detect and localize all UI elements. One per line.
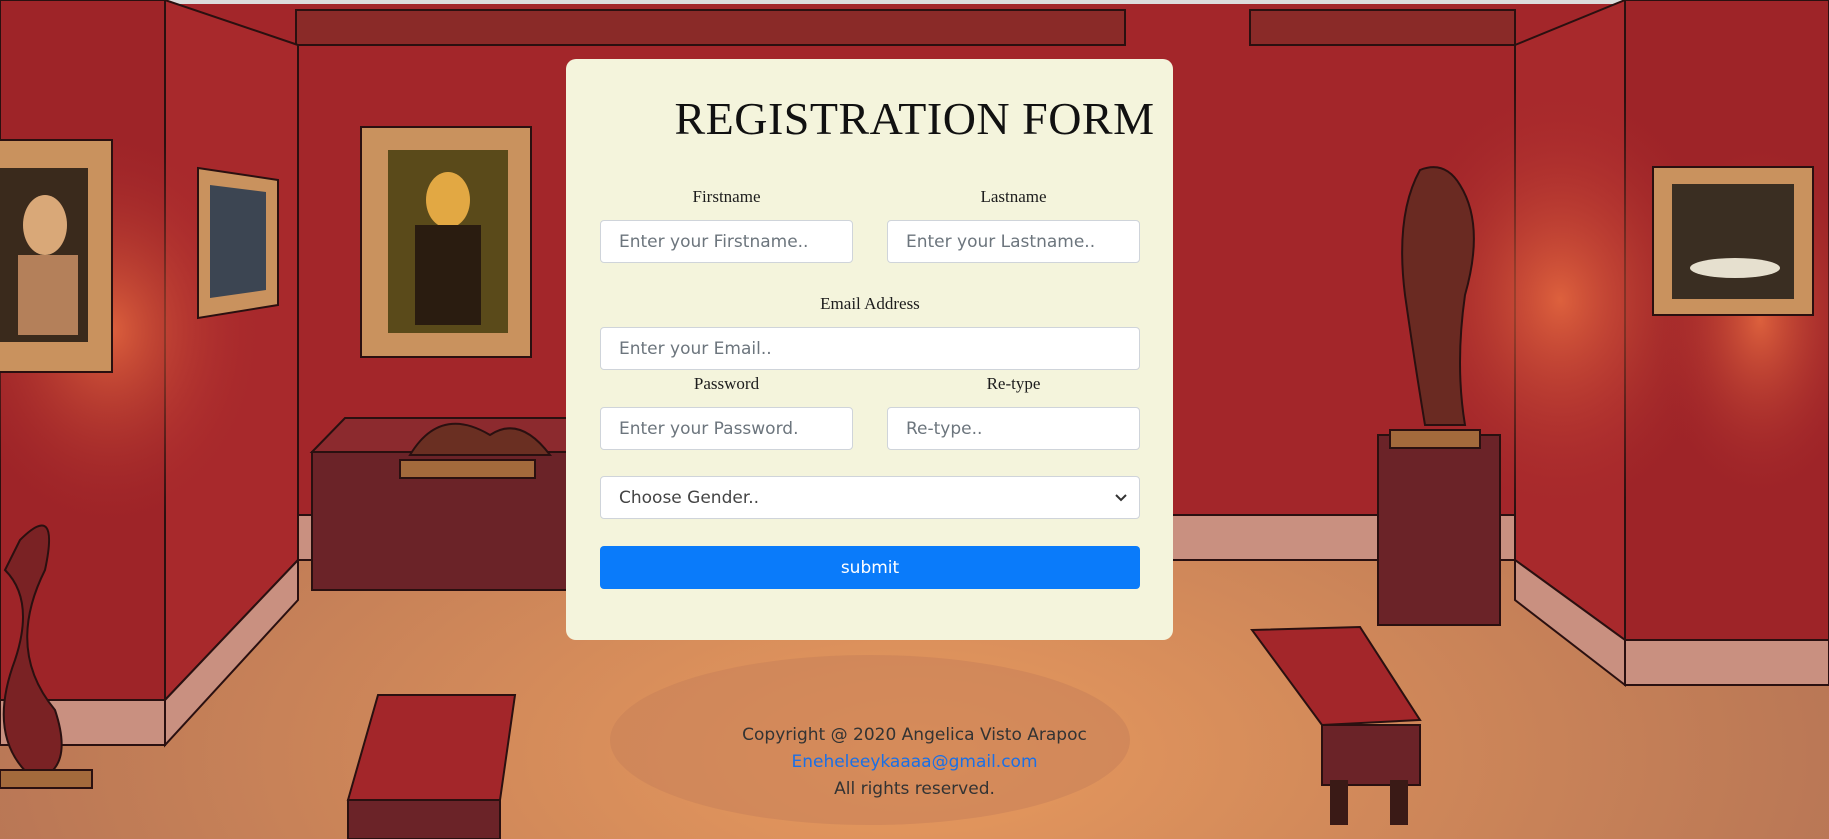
password-input[interactable] (600, 407, 853, 450)
gender-select[interactable]: Choose Gender.. (600, 476, 1140, 519)
firstname-label: Firstname (692, 187, 761, 206)
submit-button[interactable]: submit (600, 546, 1140, 589)
retype-label: Re-type (986, 374, 1041, 393)
lastname-label: Lastname (980, 187, 1047, 206)
page-title: REGISTRATION FORM (674, 93, 1155, 144)
password-label: Password (693, 374, 760, 393)
firstname-input[interactable] (600, 220, 853, 263)
footer-rights: All rights reserved. (834, 779, 995, 799)
lastname-input[interactable] (887, 220, 1140, 263)
footer-email-link[interactable]: Eneheleeykaaaa@gmail.com (791, 752, 1037, 772)
email-label: Email Address (820, 294, 920, 313)
email-input[interactable] (600, 327, 1140, 370)
gender-select-value: Choose Gender.. (619, 488, 760, 508)
retype-password-input[interactable] (887, 407, 1140, 450)
chevron-down-icon (1115, 494, 1127, 502)
footer-copyright: Copyright @ 2020 Angelica Visto Arapoc (742, 725, 1087, 745)
